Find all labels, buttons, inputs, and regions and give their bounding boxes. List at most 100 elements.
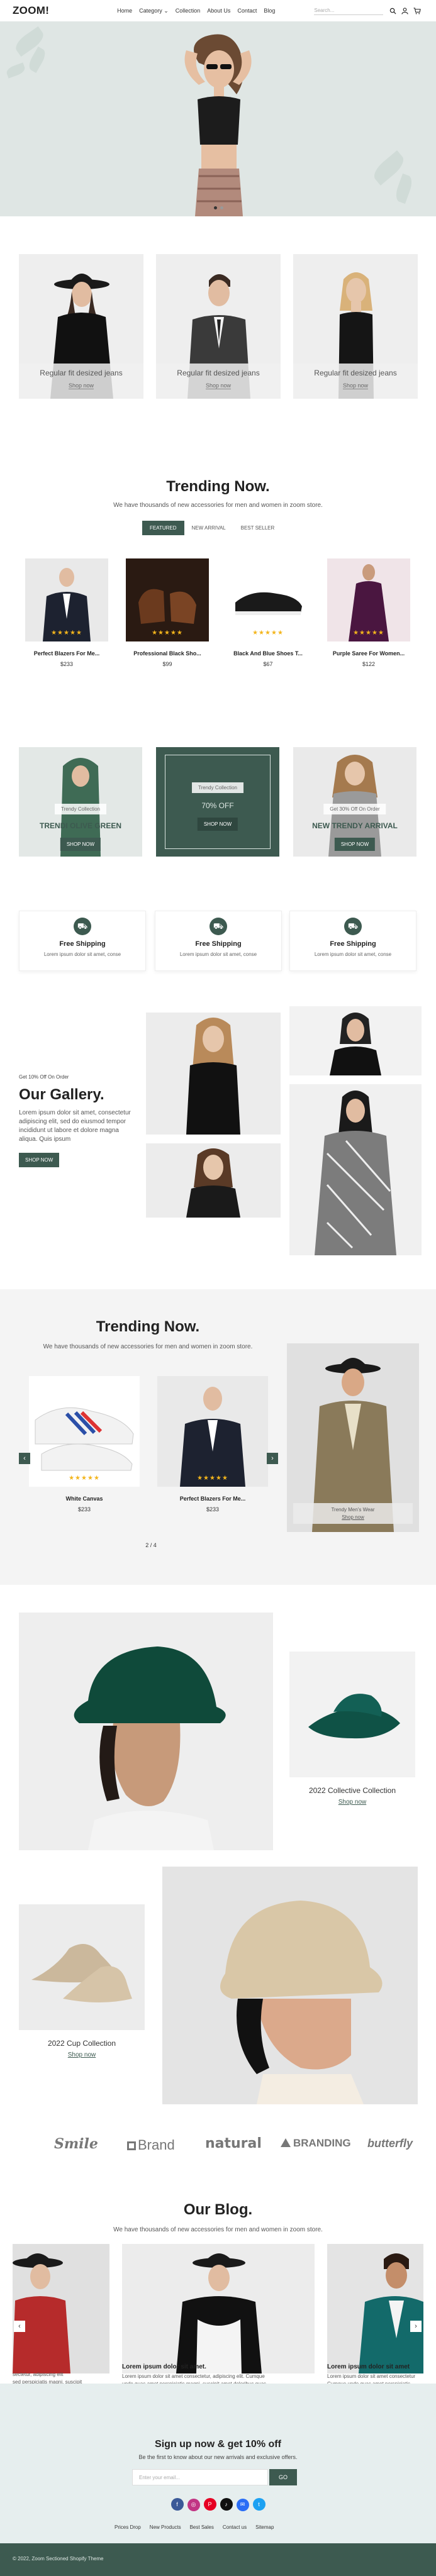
nav-contact[interactable]: Contact	[237, 8, 257, 14]
product-card[interactable]: ★★★★★ Perfect Blazers For Me... $233	[157, 1376, 268, 1513]
promo-pill: Get 30% Off On Order	[323, 804, 386, 814]
collection-title: 2022 Collective Collection	[308, 1786, 396, 1795]
promo-title: 70% OFF	[201, 801, 234, 810]
hero-slider[interactable]	[0, 21, 436, 216]
shop-now-button[interactable]: SHOP NOW	[19, 1153, 60, 1167]
footer-link-prices-drop[interactable]: Prices Drop	[115, 2524, 141, 2530]
shop-now-button[interactable]: SHOP NOW	[197, 818, 238, 831]
shop-now-link[interactable]: Shop now	[68, 382, 94, 389]
promo-pill: Trendy Collection	[192, 782, 243, 793]
product-name[interactable]: Perfect Blazers For Me...	[25, 650, 108, 657]
category-card[interactable]: Regular fit desized jeans Shop now	[156, 254, 281, 399]
shop-now-link[interactable]: Shop now	[19, 2051, 145, 2058]
gallery-photo[interactable]	[146, 1143, 281, 1218]
footer-link-best-sales[interactable]: Best Sales	[190, 2524, 214, 2530]
gallery-photo[interactable]	[146, 1013, 281, 1135]
footer-link-contact-us[interactable]: Contact us	[223, 2524, 247, 2530]
shop-now-link[interactable]: Shop now	[289, 1799, 415, 1806]
shop-now-link[interactable]: Shop now	[293, 1514, 413, 1520]
collection-hero-image[interactable]	[19, 1613, 273, 1850]
promo-side-card[interactable]: Trendy Men's Wear Shop now	[287, 1343, 419, 1532]
product-image	[157, 1376, 268, 1487]
promo-banner[interactable]: Trendy Collection TRENDI OLIVE GREEN SHO…	[19, 747, 142, 857]
blog-card[interactable]	[327, 2244, 423, 2376]
tab-featured[interactable]: FEATURED	[142, 521, 184, 535]
brand-logo[interactable]: Brand	[127, 2137, 175, 2153]
nav-collection[interactable]: Collection	[176, 8, 201, 14]
tab-new-arrival[interactable]: NEW ARRIVAL	[184, 521, 233, 535]
blog-card[interactable]	[13, 2244, 109, 2376]
search-icon[interactable]	[389, 8, 396, 14]
product-name[interactable]: Black And Blue Shoes T...	[226, 650, 310, 657]
collection-hero-image[interactable]	[162, 1867, 418, 2104]
tiktok-icon[interactable]: ♪	[220, 2498, 233, 2511]
cart-icon[interactable]	[413, 7, 422, 14]
facebook-icon[interactable]: f	[170, 2498, 184, 2511]
category-card[interactable]: Regular fit desized jeans Shop now	[19, 254, 143, 399]
newsletter-submit-button[interactable]: GO	[269, 2469, 297, 2485]
category-card[interactable]: Regular fit desized jeans Shop now	[293, 254, 418, 399]
gallery-photo[interactable]	[289, 1084, 422, 1255]
twitter-icon[interactable]: t	[252, 2498, 266, 2511]
instagram-icon[interactable]: ◎	[187, 2498, 200, 2511]
collection-image[interactable]	[19, 1904, 145, 2030]
brand-logo[interactable]: butterfly	[367, 2137, 413, 2150]
footer-link-sitemap[interactable]: Sitemap	[255, 2524, 274, 2530]
pinterest-icon[interactable]: P	[203, 2498, 216, 2511]
blog-title[interactable]: Lorem ipsum dolor sit amet.	[122, 2363, 315, 2370]
chevron-left-icon[interactable]: ‹	[19, 1453, 30, 1464]
logo[interactable]: ZOOM!	[13, 4, 49, 17]
promo-banner[interactable]: Trendy Collection 70% OFF SHOP NOW	[156, 747, 279, 857]
rating-stars: ★★★★★	[51, 630, 82, 636]
collection-image[interactable]	[289, 1652, 415, 1777]
product-card[interactable]: ★★★★★ Professional Black Sho... $99	[126, 558, 209, 667]
tab-best-seller[interactable]: BEST SELLER	[233, 521, 282, 535]
blog-title[interactable]: Lorem ipsum dolor sit amet	[327, 2363, 434, 2370]
slider-dot[interactable]	[220, 206, 223, 209]
promo-title: TRENDI OLIVE GREEN	[39, 821, 121, 830]
gallery-title: Our Gallery.	[19, 1086, 104, 1103]
chevron-right-icon[interactable]: ›	[410, 2321, 422, 2332]
brand-logo[interactable]: Smile	[54, 2136, 98, 2152]
shop-now-button[interactable]: SHOP NOW	[60, 838, 101, 851]
shop-now-button[interactable]: SHOP NOW	[334, 838, 376, 851]
search-input[interactable]: Search...	[314, 6, 384, 15]
blog-image	[359, 2253, 423, 2373]
promo-banner[interactable]: Get 30% Off On Order NEW TRENDY ARRIVAL …	[293, 747, 416, 857]
promo-side-title: Trendy Men's Wear	[331, 1507, 375, 1513]
email-input[interactable]: Enter your email...	[132, 2469, 268, 2485]
copyright-text: © 2022, Zoom Sectioned Shopify Theme	[13, 2556, 104, 2562]
feature-desc: Lorem ipsum dolor sit amet, conse	[43, 952, 121, 957]
product-name[interactable]: Professional Black Sho...	[126, 650, 209, 657]
product-card[interactable]: ★★★★★ Perfect Blazers For Me... $233	[25, 558, 108, 667]
chevron-right-icon[interactable]: ›	[267, 1453, 278, 1464]
slider-dot-active[interactable]	[214, 206, 217, 209]
product-card[interactable]: ★★★★★ Purple Saree For Women... $122	[327, 558, 410, 667]
product-card[interactable]: ★★★★★ White Canvas $233	[29, 1376, 140, 1513]
slider-dots	[214, 206, 223, 209]
nav-home[interactable]: Home	[117, 8, 132, 14]
email-icon[interactable]: ✉	[236, 2498, 249, 2511]
category-card-title: Regular fit desized jeans	[177, 369, 260, 377]
gallery-eyebrow: Get 10% Off On Order	[19, 1074, 69, 1080]
nav-category-label: Category	[139, 7, 162, 14]
newsletter-subtitle: Be the first to know about our new arriv…	[138, 2454, 298, 2460]
shop-now-link[interactable]: Shop now	[205, 382, 232, 389]
gallery-photo[interactable]	[289, 1006, 422, 1075]
category-card-caption: Regular fit desized jeans Shop now	[293, 364, 418, 399]
product-name[interactable]: Perfect Blazers For Me...	[157, 1496, 268, 1502]
nav-about-us[interactable]: About Us	[207, 8, 230, 14]
user-icon[interactable]	[401, 7, 409, 14]
nav-category[interactable]: Category ⌄	[139, 8, 169, 14]
blog-card[interactable]	[122, 2244, 315, 2376]
product-card[interactable]: ★★★★★ Black And Blue Shoes T... $67	[226, 558, 310, 667]
product-name[interactable]: White Canvas	[29, 1496, 140, 1502]
product-name[interactable]: Purple Saree For Women...	[327, 650, 410, 657]
nav-blog[interactable]: Blog	[264, 8, 275, 14]
product-price: $67	[263, 661, 273, 667]
brand-logo[interactable]: BRANDING	[281, 2137, 351, 2150]
brand-logo[interactable]: natural	[205, 2136, 262, 2151]
footer-link-new-products[interactable]: New Products	[150, 2524, 181, 2530]
shop-now-link[interactable]: Shop now	[342, 382, 369, 389]
chevron-left-icon[interactable]: ‹	[14, 2321, 25, 2332]
